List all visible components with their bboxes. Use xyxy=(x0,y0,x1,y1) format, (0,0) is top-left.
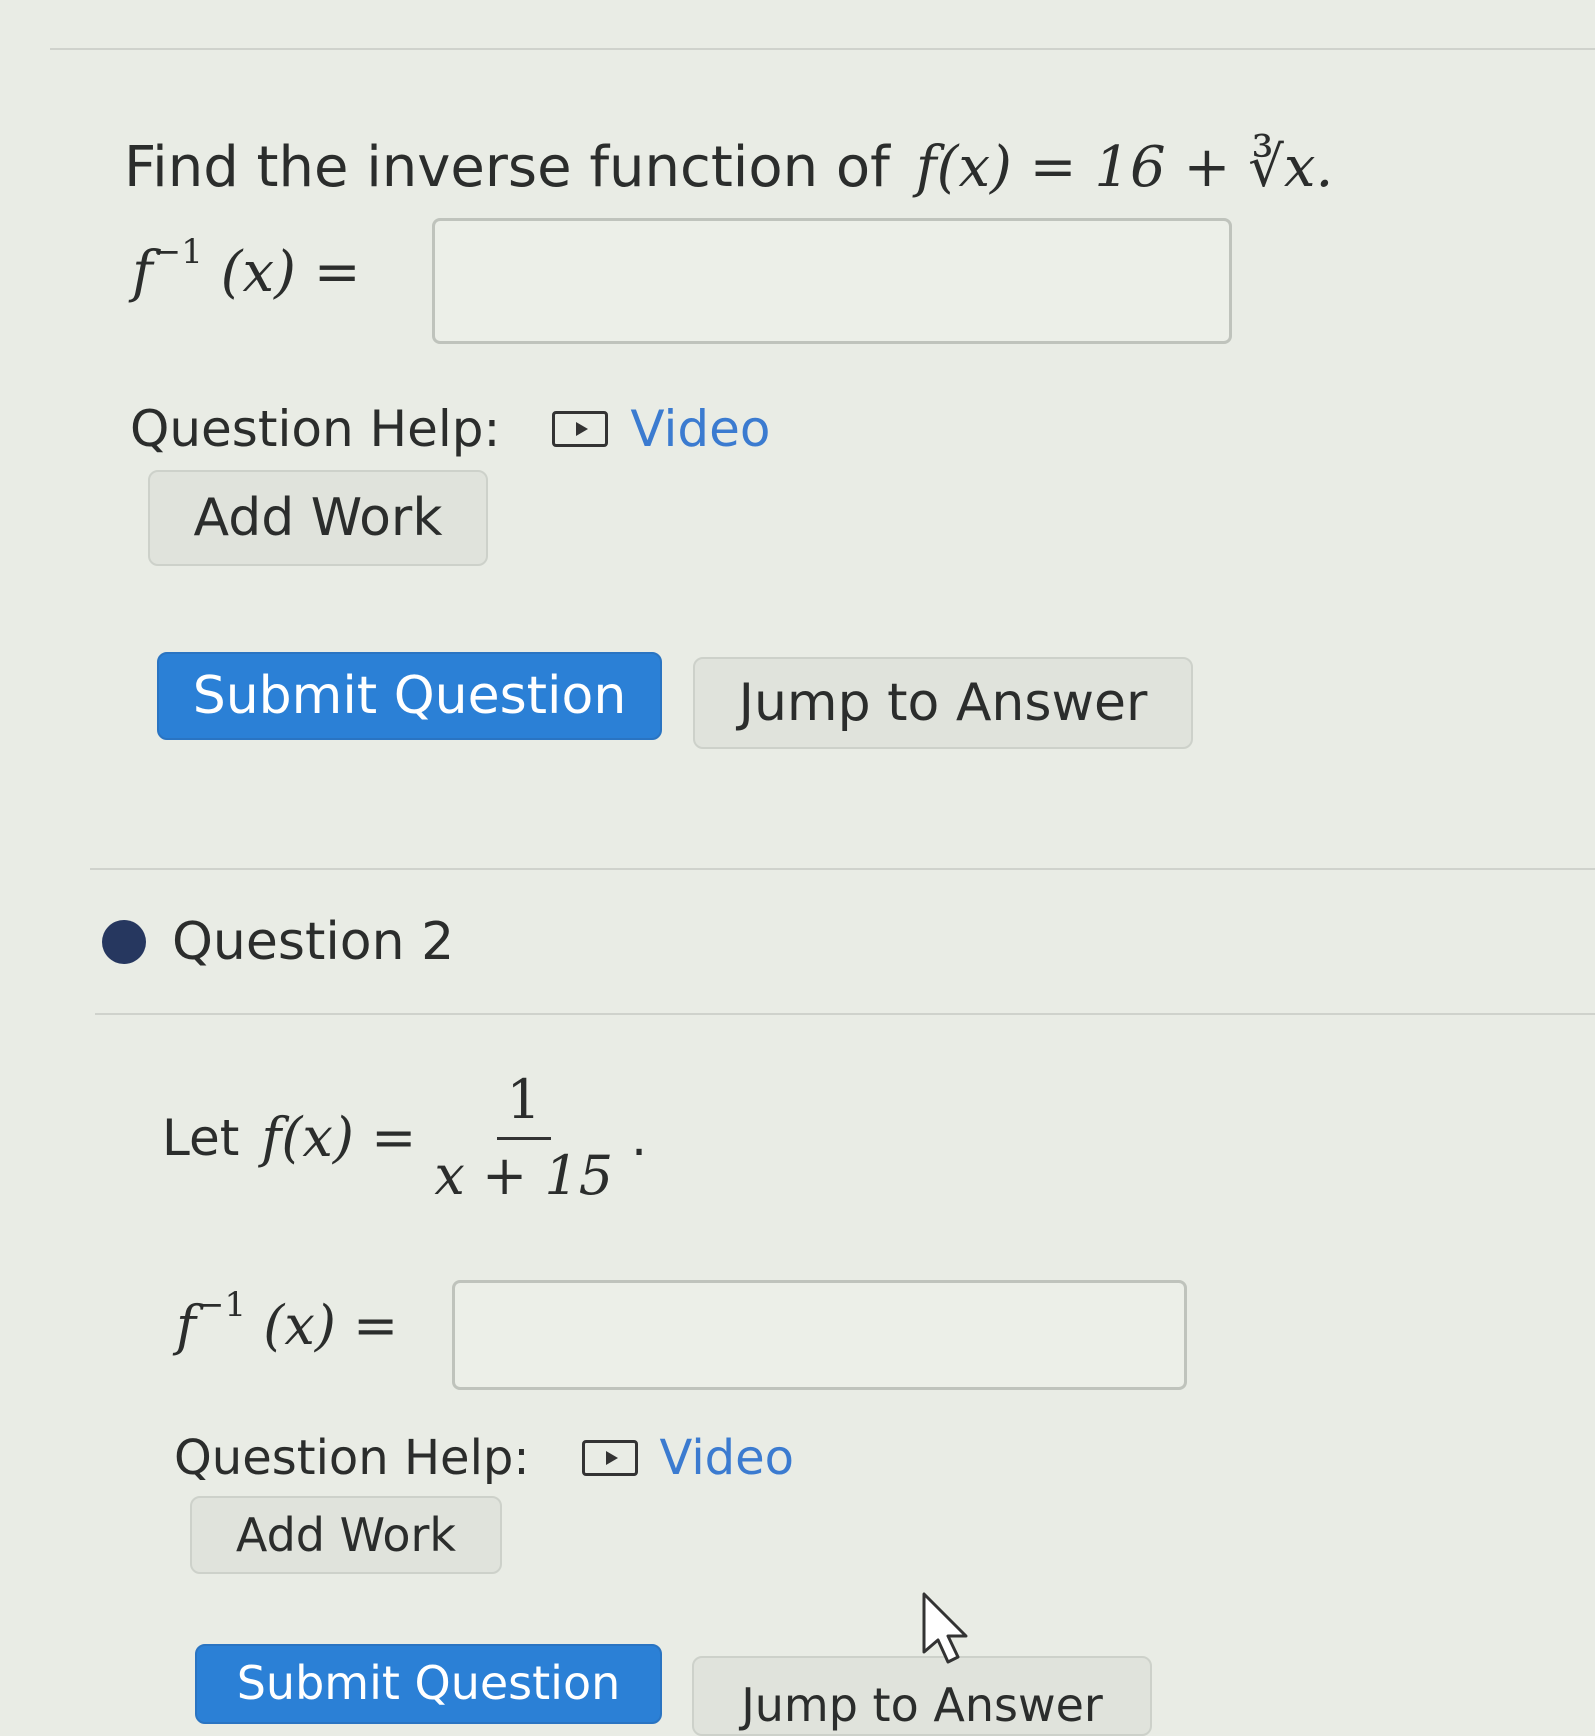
jump-to-answer-label: Jump to Answer xyxy=(738,673,1148,733)
question-2-function-lhs: f(x) = xyxy=(261,1106,417,1169)
submit-question-button[interactable]: Submit Question xyxy=(157,652,662,740)
question-2-trailing: . xyxy=(631,1108,647,1167)
question-1-prompt-text: Find the inverse function of xyxy=(124,135,890,200)
add-work-button[interactable]: Add Work xyxy=(148,470,488,566)
mouse-cursor-icon xyxy=(922,1592,968,1664)
add-work-button[interactable]: Add Work xyxy=(190,1496,502,1574)
question-1-answer-input[interactable] xyxy=(432,218,1232,344)
inverse-exponent: −1 xyxy=(152,232,203,272)
submit-question-label: Submit Question xyxy=(192,666,627,726)
question-2-fraction: 1 x + 15 xyxy=(434,1068,613,1207)
question-2-header: Question 2 xyxy=(102,912,454,972)
fraction-denominator: x + 15 xyxy=(434,1144,614,1207)
question-2-prompt-text: Let xyxy=(162,1108,240,1167)
video-link[interactable]: Video xyxy=(581,1430,795,1486)
question-2-answer-label: f−1 (x) = xyxy=(176,1285,398,1357)
question-2-title: Question 2 xyxy=(172,912,455,972)
question-2-header-divider xyxy=(95,1013,1595,1015)
add-work-label: Add Work xyxy=(235,1508,457,1562)
question-2-prompt: Let f(x) = 1 x + 15 . xyxy=(162,1068,647,1207)
top-divider xyxy=(50,48,1595,50)
question-1-prompt: Find the inverse function of f(x) = 16 +… xyxy=(124,135,1333,200)
video-link[interactable]: Video xyxy=(552,400,770,458)
add-work-label: Add Work xyxy=(193,488,443,548)
jump-to-answer-button[interactable]: Jump to Answer xyxy=(693,657,1193,749)
jump-to-answer-label: Jump to Answer xyxy=(741,1678,1103,1732)
submit-question-button[interactable]: Submit Question xyxy=(195,1644,662,1724)
question-2-answer-row: f−1 (x) = xyxy=(176,1285,398,1357)
inverse-f-symbol: f xyxy=(176,1294,196,1357)
video-link-label: Video xyxy=(630,400,771,458)
play-icon xyxy=(552,411,609,447)
video-link-label: Video xyxy=(659,1430,795,1486)
inverse-x-equals: (x) = xyxy=(220,240,361,305)
question-1-function: f(x) = 16 + ∛x. xyxy=(915,135,1334,200)
submit-question-label: Submit Question xyxy=(236,1656,621,1710)
question-1-answer-label: f−1 (x) = xyxy=(132,232,361,305)
question-1-answer-row: f−1 (x) = xyxy=(132,232,361,305)
question-2-answer-input[interactable] xyxy=(452,1280,1187,1390)
question-help-label: Question Help: xyxy=(130,400,501,458)
circle-dot-icon xyxy=(102,920,146,964)
fraction-numerator: 1 xyxy=(496,1068,551,1140)
play-icon xyxy=(581,1440,638,1476)
question-divider xyxy=(90,868,1595,870)
question-2-help-row: Question Help: Video xyxy=(174,1430,794,1486)
question-1-help-row: Question Help: Video xyxy=(130,400,770,458)
inverse-f-symbol: f xyxy=(132,240,153,305)
inverse-x-equals: (x) = xyxy=(263,1294,399,1357)
question-help-label: Question Help: xyxy=(174,1430,530,1486)
inverse-exponent: −1 xyxy=(196,1285,247,1325)
